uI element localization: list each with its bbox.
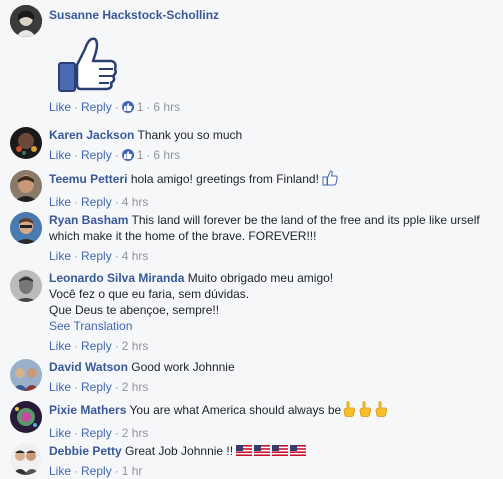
reply-button[interactable]: Reply (81, 426, 112, 440)
comment-text: You are what America should always be (129, 403, 342, 417)
comment-text: Thank you so much (137, 128, 243, 142)
pointing-down-icon (341, 401, 357, 421)
like-button[interactable]: Like (49, 148, 71, 162)
comment-text: hola amigo! greetings from Finland! (130, 172, 319, 186)
pointing-down-icon (357, 401, 373, 421)
pointing-down-icon (373, 401, 389, 421)
thumbs-up-icon (322, 170, 338, 190)
comment-author[interactable]: Pixie Mathers (49, 403, 126, 417)
comment-author[interactable]: Susanne Hackstock-Schollinz (49, 8, 219, 22)
comment-author[interactable]: Leonardo Silva Miranda (49, 271, 184, 285)
like-button[interactable]: Like (49, 380, 71, 394)
comment-text: Good work Johnnie (131, 360, 235, 374)
comment-timestamp[interactable]: 2 hrs (122, 380, 149, 394)
us-flag-icon (236, 444, 254, 458)
avatar[interactable] (10, 170, 42, 202)
like-button[interactable]: Like (49, 100, 71, 114)
see-translation-link[interactable]: See Translation (49, 319, 132, 333)
like-reaction-icon[interactable] (121, 149, 134, 161)
reply-button[interactable]: Reply (81, 148, 112, 162)
thumbs-up-sticker (49, 31, 119, 95)
comment-text-line: Que Deus te abençoe, sempre!! (49, 303, 220, 317)
avatar[interactable] (10, 5, 42, 37)
like-reaction-icon[interactable] (121, 101, 134, 113)
comment-timestamp[interactable]: 4 hrs (122, 195, 149, 209)
comment-timestamp[interactable]: 2 hrs (122, 339, 149, 353)
reply-button[interactable]: Reply (81, 249, 112, 263)
like-button[interactable]: Like (49, 249, 71, 263)
us-flag-icon (254, 444, 272, 458)
like-button[interactable]: Like (49, 464, 71, 478)
avatar[interactable] (10, 127, 42, 159)
like-button[interactable]: Like (49, 195, 71, 209)
us-flag-icon (290, 444, 308, 458)
reply-button[interactable]: Reply (81, 100, 112, 114)
avatar[interactable] (10, 401, 42, 433)
comment-timestamp[interactable]: 1 hr (122, 464, 143, 478)
avatar[interactable] (10, 270, 42, 302)
avatar[interactable] (10, 443, 42, 475)
reaction-count[interactable]: 1 (137, 100, 144, 114)
comment-author[interactable]: Debbie Petty (49, 444, 122, 458)
comment-author[interactable]: Teemu Petteri (49, 172, 127, 186)
like-button[interactable]: Like (49, 426, 71, 440)
comment-timestamp[interactable]: 6 hrs (153, 148, 180, 162)
comment-author[interactable]: David Watson (49, 360, 128, 374)
reply-button[interactable]: Reply (81, 464, 112, 478)
reply-button[interactable]: Reply (81, 380, 112, 394)
comment-author[interactable]: Ryan Basham (49, 213, 128, 227)
reaction-count[interactable]: 1 (137, 148, 144, 162)
avatar[interactable] (10, 359, 42, 391)
comment-timestamp[interactable]: 2 hrs (122, 426, 149, 440)
comment-text-line: Você fez o que eu faria, sem dúvidas. (49, 287, 250, 301)
reply-button[interactable]: Reply (81, 195, 112, 209)
us-flag-icon (272, 444, 290, 458)
avatar[interactable] (10, 212, 42, 244)
comment-timestamp[interactable]: 6 hrs (153, 100, 180, 114)
comment-author[interactable]: Karen Jackson (49, 128, 134, 142)
comment-timestamp[interactable]: 4 hrs (122, 249, 149, 263)
reply-button[interactable]: Reply (81, 339, 112, 353)
like-button[interactable]: Like (49, 339, 71, 353)
comment-text-line: Muito obrigado meu amigo! (187, 271, 334, 285)
comment-text: Great Job Johnnie !! (125, 444, 234, 458)
